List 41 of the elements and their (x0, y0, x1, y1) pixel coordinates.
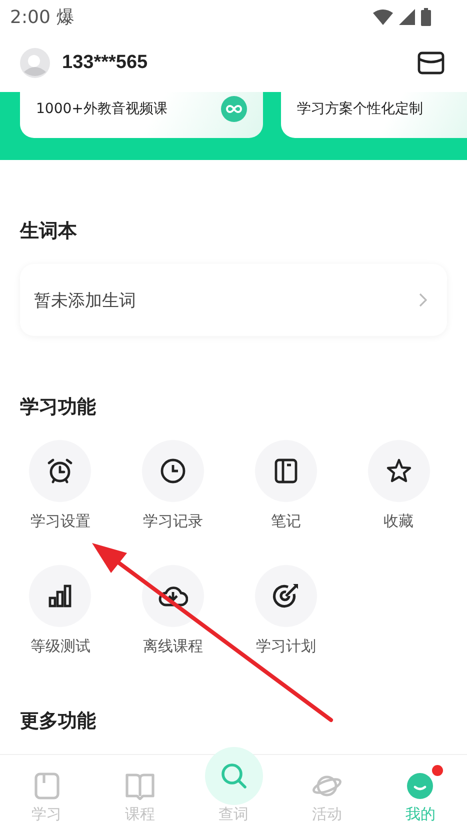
card-text: 学习方案个性化定制 (297, 100, 423, 118)
clock-icon (160, 458, 186, 484)
search-icon (220, 762, 248, 790)
bar-chart-icon (48, 584, 72, 608)
feature-item[interactable]: 学习计划 (230, 565, 342, 656)
app-notification-glyph: 爆 (56, 6, 74, 29)
feature-item[interactable]: 离线课程 (116, 565, 230, 656)
cloud-download-icon (158, 584, 188, 608)
battery-icon (421, 8, 431, 26)
feature-label: 学习记录 (143, 512, 204, 531)
target-icon (272, 582, 300, 610)
feature-item[interactable]: 收藏 (342, 440, 455, 531)
feature-label: 收藏 (384, 512, 414, 531)
section-title: 更多功能 (20, 709, 97, 734)
feature-label: 笔记 (270, 512, 301, 531)
card-text: 1000+外教音视频课 (36, 100, 168, 118)
open-book-icon (125, 772, 156, 800)
loop-icon (221, 96, 247, 122)
feature-label: 等级测试 (30, 637, 90, 656)
mail-icon[interactable] (417, 51, 445, 75)
feature-item[interactable]: 学习记录 (116, 440, 230, 531)
empty-vocabulary-text: 暂未添加生词 (34, 290, 136, 312)
status-time: 2:00 (10, 6, 50, 28)
vocabulary-card[interactable]: 暂未添加生词 (20, 264, 447, 336)
section-title: 学习功能 (20, 395, 97, 420)
star-icon (386, 458, 412, 484)
signal-icon (399, 9, 415, 25)
feature-label: 学习设置 (30, 512, 90, 531)
notebook-icon (34, 772, 60, 800)
notebook-icon (274, 458, 298, 484)
wifi-icon (373, 9, 393, 25)
feature-label: 学习计划 (256, 637, 316, 656)
username: 133***565 (62, 52, 148, 74)
feature-item[interactable]: 学习设置 (4, 440, 117, 531)
smiley-icon (405, 772, 436, 800)
feature-label: 离线课程 (143, 637, 204, 656)
section-title: 生词本 (20, 219, 78, 244)
feature-item[interactable]: 笔记 (230, 440, 342, 531)
alarm-clock-icon (46, 457, 74, 485)
feature-item[interactable]: 等级测试 (4, 565, 117, 656)
chevron-icon (419, 293, 427, 307)
